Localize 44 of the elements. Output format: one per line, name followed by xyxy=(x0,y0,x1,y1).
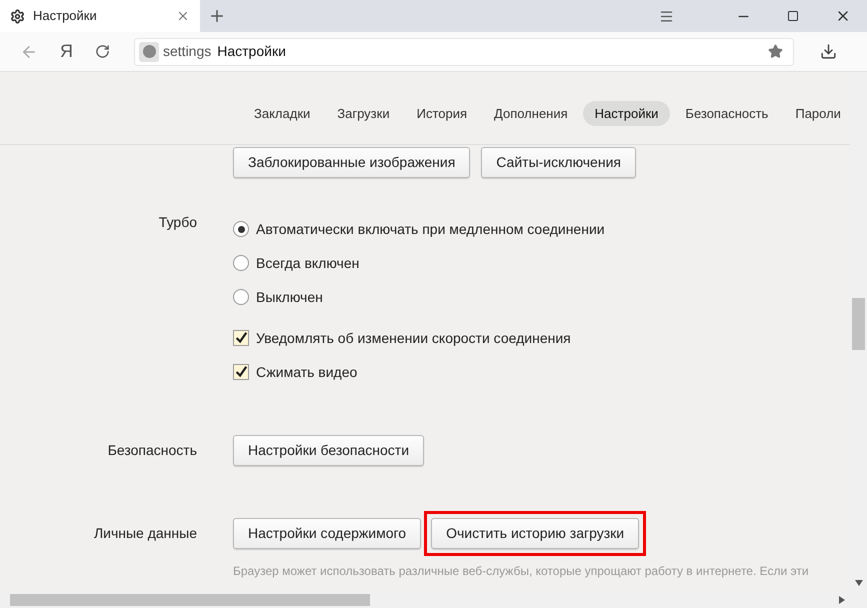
close-icon[interactable] xyxy=(176,9,190,23)
nav-tab[interactable]: Загрузки xyxy=(325,101,402,126)
nav-tab[interactable]: Пароли xyxy=(783,101,853,126)
settings-button[interactable]: Настройки безопасности xyxy=(233,435,424,466)
checkbox[interactable] xyxy=(233,330,249,346)
site-icon xyxy=(139,42,159,62)
maximize-icon[interactable] xyxy=(787,10,799,22)
settings-button[interactable]: Настройки содержимого xyxy=(233,518,422,549)
scroll-right-icon[interactable] xyxy=(839,596,845,604)
nav-tab[interactable]: Настройки xyxy=(582,101,670,126)
settings-button[interactable]: Сайты-исключения xyxy=(481,147,636,178)
section-label: Турбо xyxy=(158,213,197,232)
menu-icon[interactable] xyxy=(659,8,674,24)
settings-icon xyxy=(10,8,25,24)
address-title: Настройки xyxy=(217,42,286,61)
radio-button[interactable] xyxy=(233,289,249,305)
nav-tab[interactable]: Дополнения xyxy=(482,101,580,126)
nav-tab[interactable]: История xyxy=(404,101,480,126)
section-label: Личные данные xyxy=(94,524,197,543)
download-icon[interactable] xyxy=(820,43,837,60)
nav-tab[interactable]: Закладки xyxy=(242,101,322,126)
checkbox[interactable] xyxy=(233,364,249,380)
yandex-logo[interactable]: Я xyxy=(60,38,73,65)
reload-icon[interactable] xyxy=(95,44,110,59)
settings-button[interactable]: Заблокированные изображения xyxy=(233,147,470,178)
scrollbar-thumb[interactable] xyxy=(852,298,865,350)
scroll-down-icon[interactable] xyxy=(854,580,862,586)
nav-tab[interactable]: Безопасность xyxy=(673,101,780,126)
radio-label: Выключен xyxy=(256,288,323,306)
radio-button[interactable] xyxy=(233,255,249,271)
section-label: Безопасность xyxy=(108,441,197,460)
new-tab-icon[interactable] xyxy=(208,7,226,25)
address-bar[interactable]: settings Настройки xyxy=(134,38,794,66)
browser-tab[interactable]: Настройки xyxy=(0,0,200,32)
radio-label: Автоматически включать при медленном соединении xyxy=(256,220,605,239)
settings-button[interactable]: Очистить историю загрузки xyxy=(431,518,640,549)
radio-button[interactable] xyxy=(233,221,249,237)
checkbox-label: Уведомлять об изменении скорости соединения xyxy=(256,328,571,348)
scrollbar-thumb[interactable] xyxy=(10,594,370,606)
address-scheme: settings xyxy=(163,42,212,61)
checkbox-label: Сжимать видео xyxy=(256,362,358,382)
bookmark-star-icon[interactable] xyxy=(768,44,783,59)
description-text: Браузер может использовать различные веб-службы, которые упрощают работу в интернете. Если эти xyxy=(233,564,809,578)
radio-label: Всегда включен xyxy=(256,254,360,273)
